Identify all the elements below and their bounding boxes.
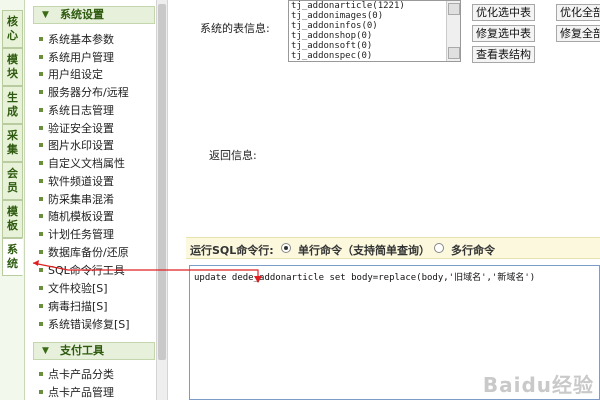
annotation-arrow — [32, 260, 262, 283]
watermark-logo: Baidu经验 — [482, 373, 594, 397]
annotation-arrow-head-icon — [254, 276, 262, 283]
annotation-arrow-tail-icon — [33, 260, 39, 266]
annotation-arrow-line — [32, 262, 259, 278]
